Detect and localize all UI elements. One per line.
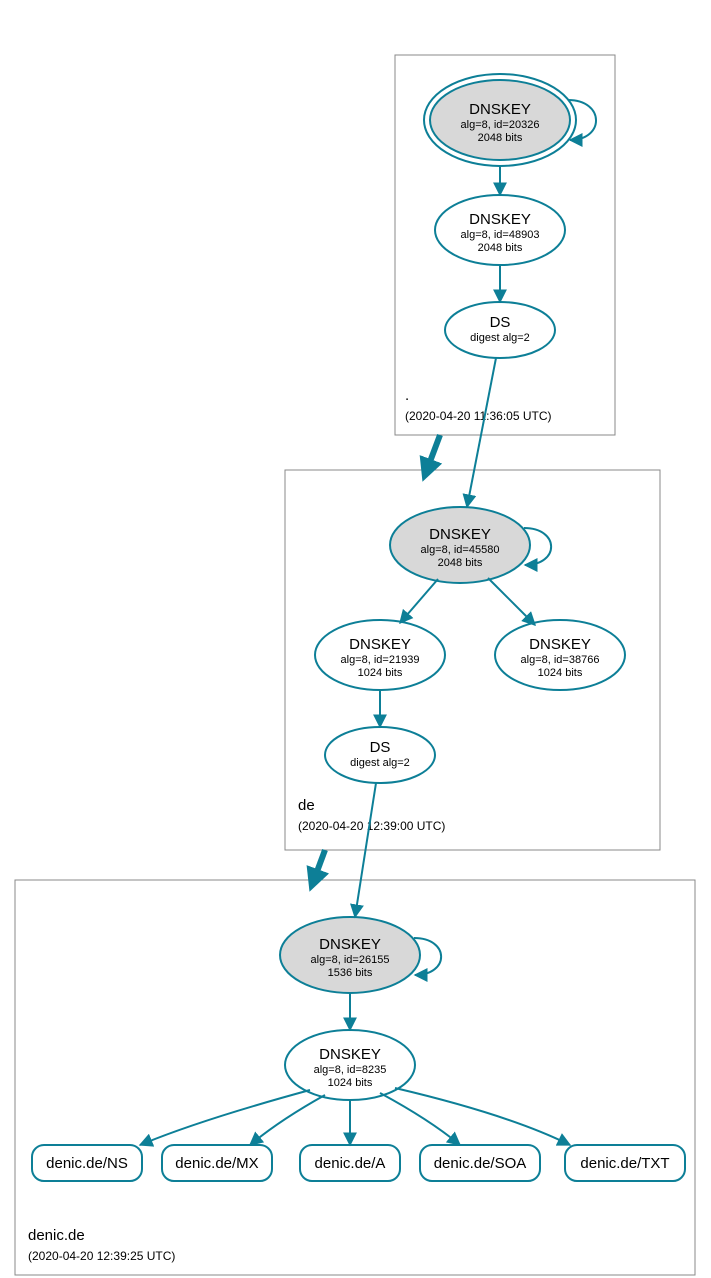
svg-text:1536 bits: 1536 bits <box>328 967 373 979</box>
svg-text:DNSKEY: DNSKEY <box>529 636 591 653</box>
svg-text:alg=8, id=8235: alg=8, id=8235 <box>314 1064 387 1076</box>
node-root-ksk: DNSKEY alg=8, id=20326 2048 bits <box>424 74 576 166</box>
svg-text:alg=8, id=48903: alg=8, id=48903 <box>461 229 540 241</box>
zone-date-root: (2020-04-20 11:36:05 UTC) <box>405 409 552 423</box>
node-rr-ns: denic.de/NS <box>32 1145 142 1181</box>
svg-text:denic.de/MX: denic.de/MX <box>175 1155 258 1172</box>
node-root-zsk: DNSKEY alg=8, id=48903 2048 bits <box>435 195 565 265</box>
edge-denic-zsk-ns <box>140 1090 310 1145</box>
node-rr-soa: denic.de/SOA <box>420 1145 540 1181</box>
svg-text:DS: DS <box>370 739 391 756</box>
svg-text:1024 bits: 1024 bits <box>538 667 583 679</box>
svg-text:denic.de/NS: denic.de/NS <box>46 1155 128 1172</box>
svg-text:denic.de/A: denic.de/A <box>315 1155 386 1172</box>
svg-text:2048 bits: 2048 bits <box>478 132 523 144</box>
svg-text:denic.de/TXT: denic.de/TXT <box>580 1155 669 1172</box>
node-de-zsk2: DNSKEY alg=8, id=38766 1024 bits <box>495 620 625 690</box>
dnssec-chain-diagram: . (2020-04-20 11:36:05 UTC) DNSKEY alg=8… <box>0 0 711 1278</box>
svg-text:DNSKEY: DNSKEY <box>319 936 381 953</box>
svg-text:DNSKEY: DNSKEY <box>469 211 531 228</box>
svg-text:1024 bits: 1024 bits <box>328 1077 373 1089</box>
svg-text:alg=8, id=26155: alg=8, id=26155 <box>311 954 390 966</box>
node-denic-ksk: DNSKEY alg=8, id=26155 1536 bits <box>280 917 420 993</box>
svg-text:alg=8, id=20326: alg=8, id=20326 <box>461 119 540 131</box>
svg-text:alg=8, id=38766: alg=8, id=38766 <box>521 654 600 666</box>
svg-text:2048 bits: 2048 bits <box>438 557 483 569</box>
svg-text:2048 bits: 2048 bits <box>478 242 523 254</box>
svg-text:1024 bits: 1024 bits <box>358 667 403 679</box>
zone-label-de: de <box>298 797 315 814</box>
zone-date-denic: (2020-04-20 12:39:25 UTC) <box>28 1249 175 1263</box>
svg-text:digest alg=2: digest alg=2 <box>470 332 530 344</box>
svg-text:DS: DS <box>490 314 511 331</box>
edge-denic-zsk-mx <box>250 1095 325 1145</box>
node-denic-zsk: DNSKEY alg=8, id=8235 1024 bits <box>285 1030 415 1100</box>
node-de-ksk: DNSKEY alg=8, id=45580 2048 bits <box>390 507 530 583</box>
edge-root-ds-de-ksk <box>467 358 496 507</box>
edge-de-ksk-zsk2 <box>488 578 535 625</box>
edge-de-ksk-zsk1 <box>400 579 438 623</box>
svg-text:denic.de/SOA: denic.de/SOA <box>434 1155 527 1172</box>
node-de-ds: DS digest alg=2 <box>325 727 435 783</box>
svg-text:digest alg=2: digest alg=2 <box>350 757 410 769</box>
zone-label-denic: denic.de <box>28 1227 85 1244</box>
node-rr-txt: denic.de/TXT <box>565 1145 685 1181</box>
svg-text:DNSKEY: DNSKEY <box>429 526 491 543</box>
node-rr-a: denic.de/A <box>300 1145 400 1181</box>
zone-date-de: (2020-04-20 12:39:00 UTC) <box>298 819 445 833</box>
svg-text:alg=8, id=45580: alg=8, id=45580 <box>421 544 500 556</box>
svg-text:DNSKEY: DNSKEY <box>319 1046 381 1063</box>
zone-label-root: . <box>405 387 409 404</box>
node-root-ds: DS digest alg=2 <box>445 302 555 358</box>
svg-text:DNSKEY: DNSKEY <box>469 101 531 118</box>
node-de-zsk1: DNSKEY alg=8, id=21939 1024 bits <box>315 620 445 690</box>
svg-text:DNSKEY: DNSKEY <box>349 636 411 653</box>
svg-text:alg=8, id=21939: alg=8, id=21939 <box>341 654 420 666</box>
edge-root-to-de-zone <box>425 435 440 475</box>
node-rr-mx: denic.de/MX <box>162 1145 272 1181</box>
